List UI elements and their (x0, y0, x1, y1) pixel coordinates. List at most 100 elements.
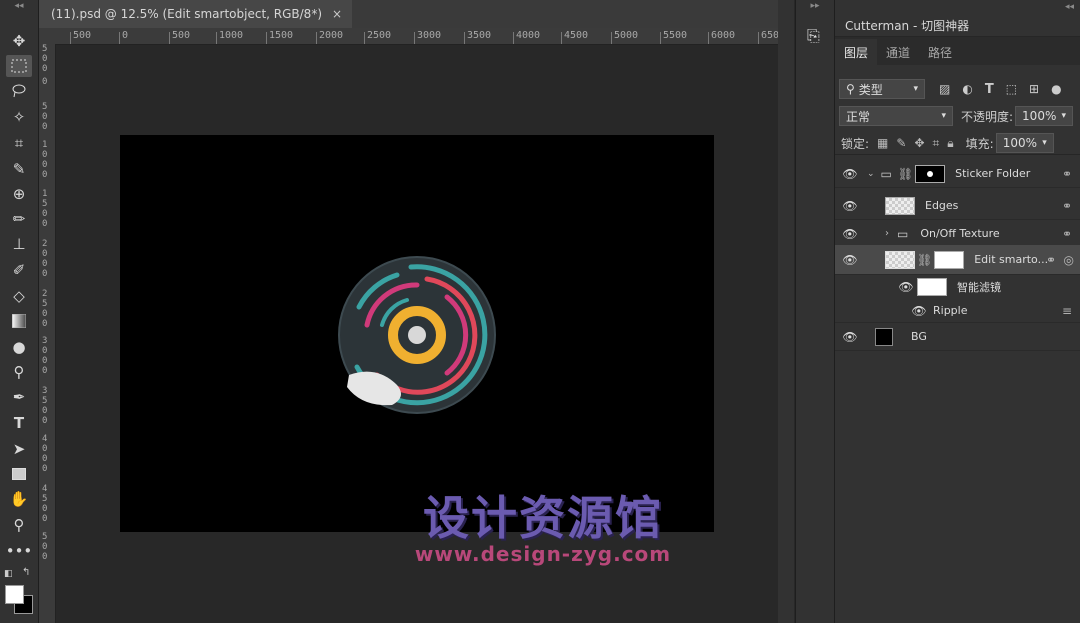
image-filter-icon[interactable]: ▨ (939, 82, 950, 96)
layer-row-edit-smartobject[interactable]: 👁︎ ⛓︎ Edit smarto... ⚭ ◎ (835, 245, 1080, 275)
fill-label: 填充: (965, 136, 994, 151)
brush-tool-icon[interactable]: ✏ (6, 208, 32, 230)
layer-row-edges[interactable]: 👁︎ Edges ⚭ (835, 192, 1080, 220)
move-tool-icon[interactable]: ✥ (6, 30, 32, 52)
shape-filter-icon[interactable]: ⬚ (1006, 82, 1017, 96)
layer-row-sticker-folder[interactable]: 👁︎ ⌄ ▭ ⛓︎ Sticker Folder ⚭ (835, 160, 1080, 188)
layer-row-ripple[interactable]: 👁︎ Ripple ≡ (835, 299, 1080, 323)
document-tab[interactable]: (11).psd @ 12.5% (Edit smartobject, RGB/… (39, 0, 353, 28)
ruler-label: 3000 (417, 30, 442, 41)
filter-toggle-icon[interactable]: ● (1051, 82, 1061, 96)
document-canvas[interactable] (120, 135, 714, 532)
magic-wand-tool-icon[interactable]: ✧ (6, 106, 32, 128)
ruler-label: 2000 (42, 239, 48, 279)
lock-artboard-icon[interactable]: ⌗ (933, 136, 940, 151)
history-panel-icon[interactable]: ⎘ (807, 26, 820, 46)
link-icon[interactable]: ⚭ (1062, 227, 1072, 241)
path-selection-tool-icon[interactable]: ➤ (6, 438, 32, 460)
lock-position-icon[interactable]: ✥ (914, 136, 924, 150)
ruler-tick (169, 32, 170, 44)
visibility-eye-icon[interactable]: 👁︎ (835, 199, 865, 213)
smartobject-filter-icon[interactable]: ⊞ (1029, 82, 1039, 96)
foreground-color-swatch[interactable] (5, 585, 24, 604)
eyedropper-tool-icon[interactable]: ✎ (6, 158, 32, 180)
visibility-eye-icon[interactable]: 👁︎ (835, 167, 865, 181)
layer-name: Ripple (933, 304, 968, 317)
close-icon[interactable]: × (332, 7, 342, 21)
layer-mask-thumbnail[interactable] (915, 164, 946, 183)
panel-grip[interactable]: ▸▸ (796, 0, 834, 12)
filter-options-icon[interactable]: ≡ (1062, 304, 1072, 318)
tab-layers[interactable]: 图层 (835, 39, 878, 65)
blend-mode-select[interactable]: 正常 ▾ (839, 106, 953, 126)
history-brush-tool-icon[interactable]: ✐ (6, 259, 32, 281)
healing-brush-tool-icon[interactable]: ⊕ (6, 183, 32, 205)
lock-all-icon[interactable]: 🔒︎ (947, 136, 953, 151)
ruler-label: 2500 (42, 289, 48, 329)
layer-mask-thumbnail[interactable] (934, 250, 965, 269)
ruler-label: 500 (42, 532, 48, 562)
ruler-tick (119, 32, 120, 44)
dodge-tool-icon[interactable]: ⚲ (6, 361, 32, 383)
zoom-tool-icon[interactable]: ⚲ (6, 514, 32, 536)
chain-link-icon[interactable]: ⛓︎ (898, 167, 913, 181)
swap-colors-icon[interactable]: ↰ (22, 567, 30, 578)
link-icon[interactable]: ⚭ (1062, 167, 1072, 181)
ruler-label: 500 (73, 30, 92, 41)
visibility-eye-icon[interactable]: 👁︎ (835, 227, 865, 241)
link-icon[interactable]: ⚭ (1046, 253, 1056, 267)
type-filter-icon[interactable]: T (985, 82, 994, 97)
layer-filter-select[interactable]: ⚲ 类型 ▾ (839, 79, 925, 99)
ruler-label: 1500 (269, 30, 294, 41)
marquee-tool-icon[interactable] (6, 55, 32, 77)
adjustment-filter-icon[interactable]: ◐ (962, 82, 972, 96)
ruler-label: 2000 (319, 30, 344, 41)
ruler-label: 2500 (367, 30, 392, 41)
layer-thumbnail[interactable] (885, 196, 915, 215)
chevron-down-icon[interactable]: ⌄ (867, 169, 875, 179)
tab-paths[interactable]: 路径 (919, 39, 961, 65)
ruler-tick (464, 32, 465, 44)
tools-panel: ◂◂ ✥ ✧ ⌗ ✎ ⊕ ✏ ⊥ ✐ ◇ ● ⚲ ✒ T ➤ ✋ ⚲ ••• ◧… (0, 0, 39, 623)
link-icon[interactable]: ⚭ (1062, 199, 1072, 213)
tab-channels[interactable]: 通道 (877, 39, 919, 65)
ruler-tick (414, 32, 415, 44)
lock-transparent-icon[interactable]: ▦ (877, 136, 888, 150)
lock-image-icon[interactable]: ✎ (896, 136, 906, 150)
ruler-label: 650 (761, 30, 778, 41)
more-tools-icon[interactable]: ••• (6, 540, 33, 562)
layer-name: On/Off Texture (920, 227, 1000, 240)
opacity-input[interactable]: 100% ▾ (1015, 106, 1074, 126)
visibility-eye-icon[interactable]: 👁︎ (835, 253, 865, 267)
fill-input[interactable]: 100% ▾ (995, 133, 1054, 153)
visibility-eye-icon[interactable]: 👁︎ (909, 304, 929, 318)
lasso-tool-icon[interactable] (6, 80, 32, 102)
layer-row-smart-filters[interactable]: 👁︎ 智能滤镜 (835, 275, 1080, 299)
smartobject-thumbnail[interactable] (885, 250, 915, 269)
panel-grip[interactable]: ◂◂ (0, 0, 38, 12)
chevron-right-icon[interactable]: › (885, 228, 889, 239)
ruler-label: 500 (172, 30, 191, 41)
chevron-down-icon: ▾ (1042, 138, 1047, 148)
filter-mask-thumbnail[interactable] (917, 278, 947, 296)
smart-filter-icon[interactable]: ◎ (1064, 253, 1074, 267)
layer-thumbnail[interactable] (875, 327, 893, 346)
hand-tool-icon[interactable]: ✋ (6, 488, 32, 510)
lock-label: 锁定: (841, 136, 870, 151)
crop-tool-icon[interactable]: ⌗ (6, 132, 32, 154)
layer-row-bg[interactable]: 👁︎ BG (835, 323, 1080, 351)
layer-row-onoff-texture[interactable]: 👁︎ › ▭ On/Off Texture ⚭ (835, 220, 1080, 248)
visibility-eye-icon[interactable]: 👁︎ (835, 330, 865, 344)
stamp-tool-icon[interactable]: ⊥ (6, 233, 32, 255)
chain-link-icon[interactable]: ⛓︎ (917, 253, 932, 267)
layer-name: Edit smarto... (974, 253, 1049, 266)
type-tool-icon[interactable]: T (6, 412, 32, 434)
pen-tool-icon[interactable]: ✒ (6, 386, 32, 408)
ruler-tick (364, 32, 365, 44)
panel-grip[interactable]: ◂◂ (1065, 2, 1074, 12)
eraser-tool-icon[interactable]: ◇ (6, 285, 32, 307)
blur-tool-icon[interactable]: ● (6, 336, 32, 358)
default-colors-icon[interactable]: ◧ (4, 569, 13, 579)
gradient-tool-icon[interactable] (6, 310, 32, 332)
rectangle-tool-icon[interactable] (6, 463, 32, 485)
